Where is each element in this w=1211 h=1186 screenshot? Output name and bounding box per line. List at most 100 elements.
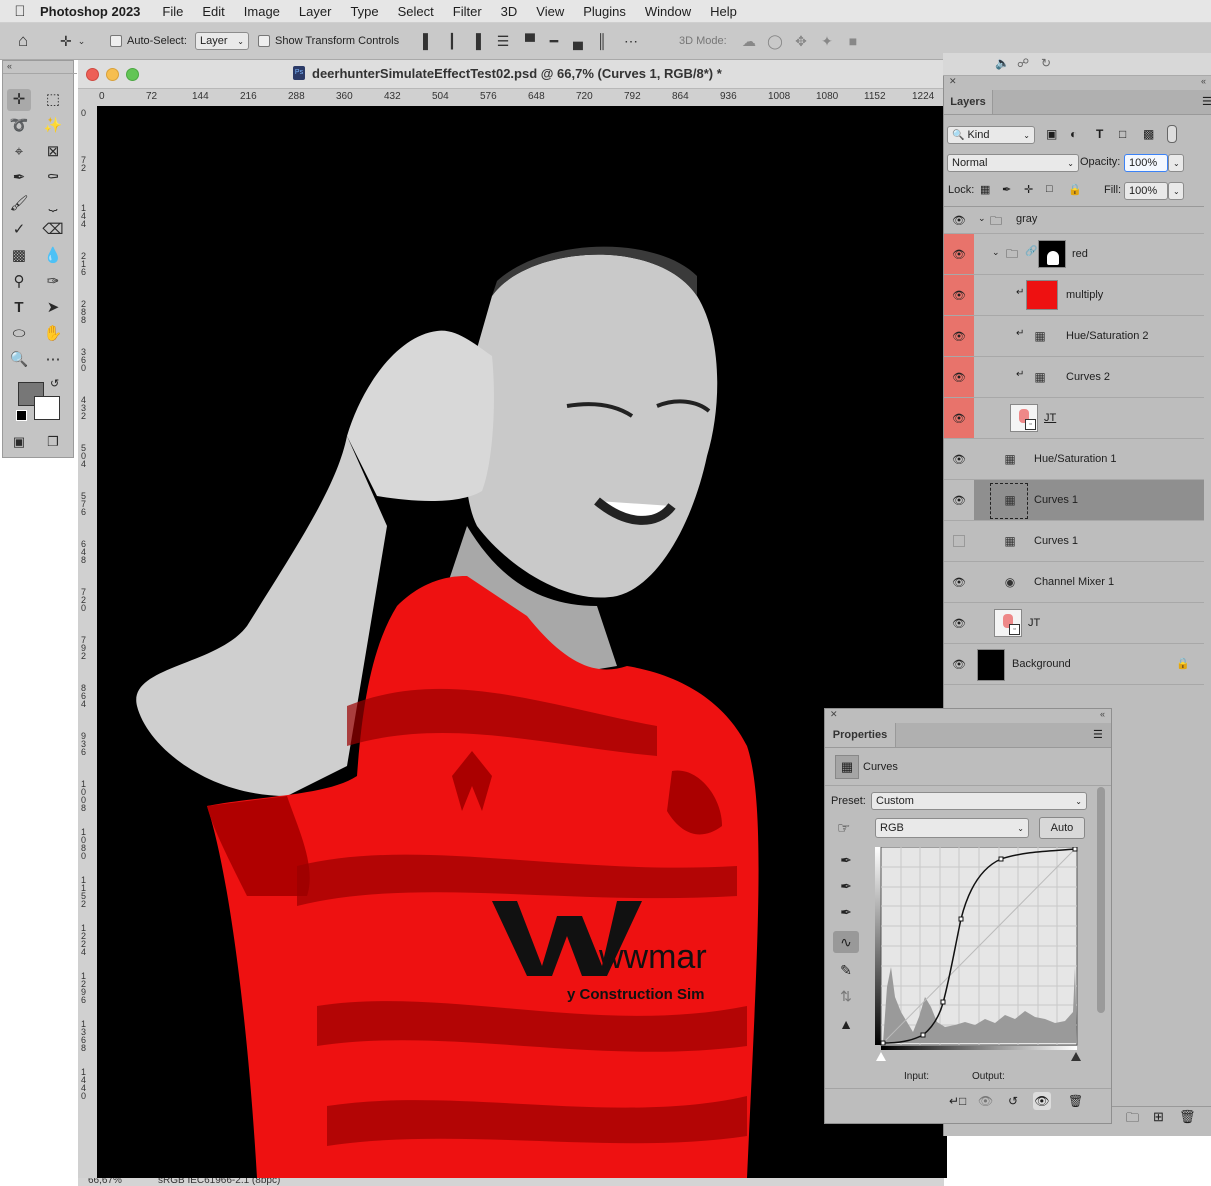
filter-type-icon[interactable]: T <box>1096 127 1103 141</box>
background-thumbnail[interactable] <box>977 649 1005 681</box>
layers-panel-close-icon[interactable]: ✕ « <box>944 76 1211 88</box>
view-previous-icon[interactable]: 👁 <box>978 1094 993 1108</box>
share-icon[interactable]: ☍ <box>1017 56 1029 70</box>
layers-panel-menu-icon[interactable]: ☰ <box>1202 95 1211 108</box>
volume-icon[interactable]: 🔈 <box>995 56 1010 70</box>
curves-graph[interactable] <box>875 846 1079 1051</box>
menu-help[interactable]: Help <box>710 4 737 19</box>
filter-toggle-switch[interactable] <box>1167 125 1177 143</box>
layer-mask-thumbnail[interactable] <box>1038 240 1066 268</box>
minimize-window-button[interactable] <box>106 68 119 81</box>
preset-dropdown[interactable]: Custom ⌄ <box>871 792 1087 810</box>
white-point-eyedropper-icon[interactable]: ✒ <box>833 901 859 923</box>
path-selection-tool-icon[interactable]: ➤ <box>41 297 65 319</box>
reset-icon[interactable]: ↺ <box>1008 1094 1018 1108</box>
lock-position-icon[interactable]: ✛ <box>1024 183 1033 196</box>
auto-select-dropdown[interactable]: Layer ⌄ <box>195 23 249 59</box>
menu-window[interactable]: Window <box>645 4 691 19</box>
align-center-icon[interactable]: ┃ <box>440 33 464 50</box>
background-color-swatch[interactable] <box>34 396 60 420</box>
3d-orbit-icon[interactable]: ☁ <box>736 33 762 50</box>
swap-colors-icon[interactable]: ↺ <box>50 377 59 390</box>
auto-select-checkbox[interactable]: Auto-Select: <box>110 23 187 59</box>
new-layer-icon[interactable]: ⊞ <box>1153 1109 1164 1125</box>
align-right-icon[interactable]: ▐ <box>464 33 488 49</box>
lock-artboard-icon[interactable]: □ <box>1046 183 1053 195</box>
group-expand-chevron-icon[interactable]: ⌄ <box>978 213 986 224</box>
brush-tool-icon[interactable]: 🖌 <box>7 193 31 215</box>
app-menu[interactable]: Photoshop 2023 <box>40 4 140 19</box>
white-point-slider[interactable] <box>1071 1052 1081 1061</box>
document-canvas[interactable]: wwmar y Construction Sim <box>97 106 947 1178</box>
smart-object-thumbnail[interactable]: ▫ <box>1010 404 1038 432</box>
layer-row-curves-1-selected[interactable]: 👁 ▦ Curves 1 <box>944 480 1204 521</box>
history-brush-tool-icon[interactable]: ✓ <box>7 219 31 241</box>
align-left-icon[interactable]: ▌ <box>416 33 440 49</box>
distribute-icon[interactable]: ☰ <box>488 33 518 50</box>
black-point-slider[interactable] <box>876 1052 886 1061</box>
filter-pixel-icon[interactable]: ▣ <box>1046 127 1057 141</box>
mask-link-icon[interactable]: 🔗 <box>1025 246 1037 257</box>
hand-tool-icon[interactable]: ✋ <box>41 323 65 345</box>
layer-row-jt-red[interactable]: 👁 ▫ JT <box>944 398 1204 439</box>
layer-row-background[interactable]: 👁 Background 🔒 <box>944 644 1204 685</box>
curve-point[interactable] <box>998 856 1004 862</box>
layer-row-curves-2[interactable]: 👁 ↵ ▦ Curves 2 <box>944 357 1204 398</box>
magic-wand-tool-icon[interactable]: ✨ <box>41 115 65 137</box>
ellipse-tool-icon[interactable]: ⬭ <box>7 323 31 345</box>
move-tool-icon[interactable]: ✛ <box>7 89 31 111</box>
eraser-tool-icon[interactable]: ⌫ <box>41 219 65 241</box>
menu-type[interactable]: Type <box>350 4 378 19</box>
layer-row-curves-1-hidden[interactable]: ▦ Curves 1 <box>944 521 1204 562</box>
smooth-curve-icon[interactable]: ⇅ <box>833 985 859 1007</box>
toolbox-collapse-icon[interactable]: « <box>3 61 77 74</box>
visibility-eye-icon[interactable]: 👁 <box>944 439 974 479</box>
align-middle-icon[interactable]: ━ <box>542 33 566 50</box>
properties-scrollbar[interactable] <box>1097 787 1105 1013</box>
type-tool-icon[interactable]: T <box>7 297 31 319</box>
curve-point[interactable] <box>1072 846 1078 852</box>
layer-filter-kind-dropdown[interactable]: 🔍 Kind ⌄ <box>947 126 1035 144</box>
visibility-eye-icon[interactable]: 👁 <box>944 480 974 520</box>
filter-shape-icon[interactable]: □ <box>1119 127 1126 141</box>
align-bottom-icon[interactable]: ▄ <box>566 33 590 49</box>
layer-row-hue-saturation-1[interactable]: 👁 ▦ Hue/Saturation 1 <box>944 439 1204 480</box>
zoom-tool-icon[interactable]: 🔍 <box>7 349 31 371</box>
eyedropper-tool-icon[interactable]: ✒ <box>7 167 31 189</box>
align-top-icon[interactable]: ▀ <box>518 33 542 49</box>
crop-tool-icon[interactable]: ⌖ <box>7 141 31 163</box>
visibility-eye-icon[interactable]: 👁 <box>944 234 974 274</box>
group-expand-chevron-icon[interactable]: ⌄ <box>992 247 1000 258</box>
auto-button[interactable]: Auto <box>1039 817 1085 839</box>
frame-tool-icon[interactable]: ⊠ <box>41 141 65 163</box>
lock-all-icon[interactable]: 🔒 <box>1068 183 1082 196</box>
visibility-eye-icon[interactable]: 👁 <box>944 603 974 643</box>
show-transform-checkbox[interactable]: Show Transform Controls <box>258 23 399 59</box>
properties-menu-icon[interactable]: ☰ <box>1093 728 1103 741</box>
clipping-warning-icon[interactable]: ▲ <box>833 1013 859 1035</box>
zoom-level[interactable]: 66,67% <box>88 1178 122 1186</box>
blur-tool-icon[interactable]: 💧 <box>41 245 65 267</box>
quick-mask-icon[interactable]: ▣ <box>7 431 31 453</box>
visibility-eye-icon[interactable]: 👁 <box>944 316 974 356</box>
pencil-draw-icon[interactable]: ✎ <box>833 959 859 981</box>
marquee-tool-icon[interactable]: ⬚ <box>41 89 65 111</box>
new-group-icon[interactable]: 🗀 <box>1126 1109 1139 1131</box>
layer-row-jt[interactable]: 👁 ▫ JT <box>944 603 1204 644</box>
visibility-eye-icon[interactable]: 👁 <box>944 357 974 397</box>
menu-file[interactable]: File <box>162 4 183 19</box>
lock-transparent-icon[interactable]: ▦ <box>980 183 990 196</box>
channel-dropdown[interactable]: RGB ⌄ <box>875 818 1029 838</box>
ruler-vertical[interactable]: 0 72 144 216 288 360 432 504 576 648 720… <box>78 106 98 1178</box>
filter-adjustment-icon[interactable]: ◐ <box>1070 127 1077 141</box>
curve-points-tool-icon[interactable]: ∿ <box>833 931 859 953</box>
screen-mode-icon[interactable]: ❐ <box>41 431 65 453</box>
ruler-horizontal[interactable]: 0 72 144 216 288 360 432 504 576 648 720… <box>78 89 944 107</box>
menu-edit[interactable]: Edit <box>202 4 224 19</box>
stamp-tool-icon[interactable]: ⏟ <box>41 193 65 215</box>
menu-layer[interactable]: Layer <box>299 4 332 19</box>
visibility-eye-icon[interactable]: 👁 <box>944 644 974 684</box>
clip-to-layer-icon[interactable]: ↵□ <box>949 1094 966 1108</box>
apple-logo-icon[interactable]:  <box>0 3 40 20</box>
more-options-icon[interactable]: ⋯ <box>614 33 648 50</box>
